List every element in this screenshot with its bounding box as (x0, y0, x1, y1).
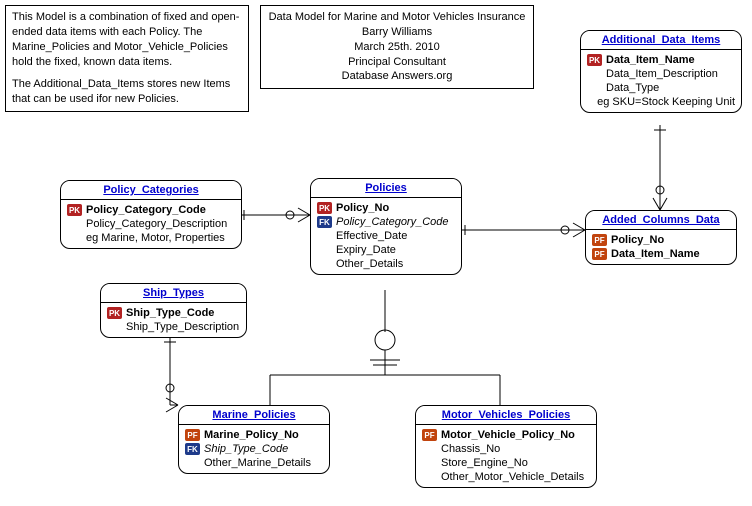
intro-text-1: This Model is a combination of fixed and… (12, 10, 242, 69)
attr-row: PF Data_Item_Name (592, 247, 730, 261)
header-author: Barry Williams (267, 25, 527, 40)
entity-header: Policy_Categories (61, 181, 241, 200)
attr-row: Data_Item_Description (587, 67, 735, 81)
attr: Policy_Category_Code (86, 204, 206, 216)
pf-icon: PF (592, 248, 607, 260)
pk-icon: PK (587, 54, 602, 66)
fk-icon: FK (317, 216, 332, 228)
pf-icon: PF (185, 429, 200, 441)
fk-icon: FK (185, 443, 200, 455)
attr: Other_Motor_Vehicle_Details (441, 471, 584, 483)
header-title: Data Model for Marine and Motor Vehicles… (267, 10, 527, 25)
attr-row: FK Policy_Category_Code (317, 215, 455, 229)
pk-icon: PK (317, 202, 332, 214)
attr: Motor_Vehicle_Policy_No (441, 429, 575, 441)
entity-marine-policies: Marine_Policies PF Marine_Policy_No FK Shi… (178, 405, 330, 474)
attr: Expiry_Date (336, 244, 396, 256)
attr: eg Marine, Motor, Properties (86, 232, 225, 244)
attr-row: Data_Type (587, 81, 735, 95)
attr: Ship_Type_Description (126, 321, 239, 333)
entity-ship-types: Ship_Types PK Ship_Type_Code Ship_Type_De… (100, 283, 247, 338)
attr: eg SKU=Stock Keeping Unit (597, 96, 735, 108)
pk-icon: PK (67, 204, 82, 216)
attr: Data_Item_Description (606, 68, 718, 80)
attr-row: Store_Engine_No (422, 456, 590, 470)
pf-icon: PF (592, 234, 607, 246)
attr: Data_Item_Name (611, 248, 700, 260)
attr-row: Effective_Date (317, 229, 455, 243)
intro-text-2: The Additional_Data_Items stores new Ite… (12, 77, 242, 107)
header-date: March 25th. 2010 (267, 40, 527, 55)
attr-row: PF Policy_No (592, 233, 730, 247)
entity-header: Policies (311, 179, 461, 198)
attr: Other_Marine_Details (204, 457, 311, 469)
attr-row: eg SKU=Stock Keeping Unit (587, 95, 735, 109)
attr: Policy_Category_Description (86, 218, 227, 230)
attr-row: PF Marine_Policy_No (185, 428, 323, 442)
attr-row: Other_Motor_Vehicle_Details (422, 470, 590, 484)
attr-row: PK Policy_No (317, 201, 455, 215)
header-box: Data Model for Marine and Motor Vehicles… (260, 5, 534, 89)
attr-row: Other_Marine_Details (185, 456, 323, 470)
attr-row: eg Marine, Motor, Properties (67, 231, 235, 245)
attr: Policy_No (336, 202, 389, 214)
entity-header: Additional_Data_Items (581, 31, 741, 50)
attr: Ship_Type_Code (126, 307, 214, 319)
entity-policies: Policies PK Policy_No FK Policy_Category_C… (310, 178, 462, 275)
attr-row: Expiry_Date (317, 243, 455, 257)
attr: Store_Engine_No (441, 457, 528, 469)
attr-row: PK Policy_Category_Code (67, 203, 235, 217)
entity-added-columns-data: Added_Columns_Data PF Policy_No PF Data_It… (585, 210, 737, 265)
entity-header: Added_Columns_Data (586, 211, 736, 230)
erd-canvas: This Model is a combination of fixed and… (0, 0, 752, 506)
attr-row: PF Motor_Vehicle_Policy_No (422, 428, 590, 442)
attr-row: Ship_Type_Description (107, 320, 240, 334)
header-source: Database Answers.org (267, 69, 527, 84)
attr-row: Other_Details (317, 257, 455, 271)
attr-row: PK Data_Item_Name (587, 53, 735, 67)
header-role: Principal Consultant (267, 55, 527, 70)
attr: Chassis_No (441, 443, 500, 455)
attr: Effective_Date (336, 230, 407, 242)
attr-row: FK Ship_Type_Code (185, 442, 323, 456)
entity-header: Motor_Vehicles_Policies (416, 406, 596, 425)
pk-icon: PK (107, 307, 122, 319)
entity-policy-categories: Policy_Categories PK Policy_Category_Code… (60, 180, 242, 249)
attr: Policy_Category_Code (336, 216, 449, 228)
attr: Ship_Type_Code (204, 443, 288, 455)
attr: Policy_No (611, 234, 664, 246)
attr: Marine_Policy_No (204, 429, 299, 441)
entity-motor-vehicles-policies: Motor_Vehicles_Policies PF Motor_Vehicle_… (415, 405, 597, 488)
entity-header: Marine_Policies (179, 406, 329, 425)
entity-header: Ship_Types (101, 284, 246, 303)
attr: Data_Type (606, 82, 659, 94)
attr-row: Chassis_No (422, 442, 590, 456)
entity-additional-data-items: Additional_Data_Items PK Data_Item_Name D… (580, 30, 742, 113)
attr-row: PK Ship_Type_Code (107, 306, 240, 320)
attr-row: Policy_Category_Description (67, 217, 235, 231)
attr: Data_Item_Name (606, 54, 695, 66)
attr: Other_Details (336, 258, 403, 270)
intro-note: This Model is a combination of fixed and… (5, 5, 249, 112)
pf-icon: PF (422, 429, 437, 441)
